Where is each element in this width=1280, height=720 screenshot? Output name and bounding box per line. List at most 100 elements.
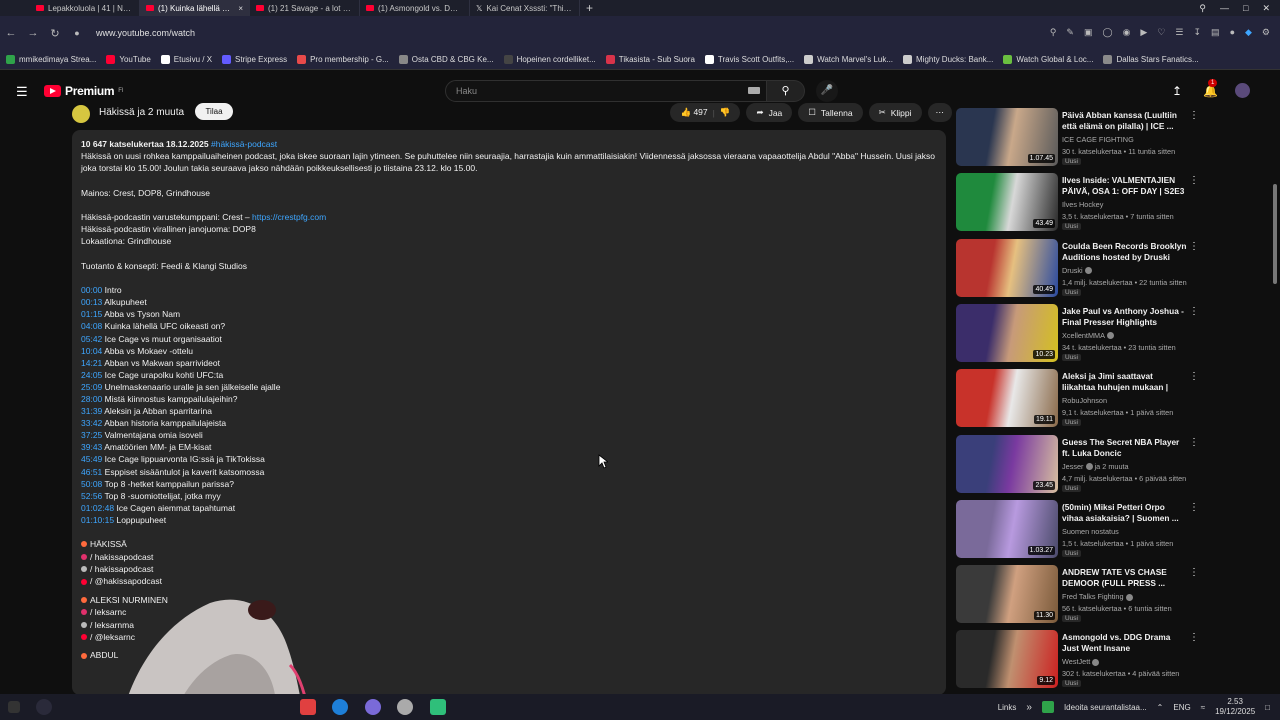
taskbar-app-icon[interactable] [300,699,316,715]
video-thumbnail[interactable]: 1.07.45 [956,108,1058,166]
more-options-icon[interactable]: ⋮ [1189,175,1199,186]
chapter-timestamp-link[interactable]: 01:02:48 [81,503,114,513]
share-button[interactable]: ➦ Jaa [746,103,793,122]
minimize-icon[interactable]: — [1220,3,1229,13]
social-link[interactable]: / hakissapodcast [90,551,153,563]
related-video-title[interactable]: ANDREW TATE VS CHASE DEMOOR (FULL PRESS … [1062,567,1187,589]
keyboard-icon[interactable] [748,87,760,94]
more-options-icon[interactable]: ⋮ [1189,306,1199,317]
url-field[interactable]: www.youtube.com/watch [96,28,195,38]
video-thumbnail[interactable]: 43.49 [956,173,1058,232]
video-thumbnail[interactable]: 40.49 [956,238,1058,297]
create-icon[interactable]: ↥ [1172,84,1182,98]
taskbar-search-icon[interactable] [36,699,52,715]
browser-tab[interactable]: (1) 21 Savage - a lot (Offic... [250,0,360,16]
chevron-up-icon[interactable]: ⌃ [1157,703,1164,712]
bookmark-item[interactable]: Stripe Express [222,55,287,64]
windows-start-icon[interactable] [8,701,20,713]
chapter-timestamp-link[interactable]: 28:00 [81,394,102,404]
subscribe-button[interactable]: Tilaa [195,103,233,120]
chapter-timestamp-link[interactable]: 37:25 [81,430,102,440]
notifications-bell-icon[interactable]: 🔔 1 [1203,79,1218,98]
related-video-title[interactable]: Asmongold vs. DDG Drama Just Went Insane [1062,632,1187,654]
edge-browser-icon[interactable] [332,699,348,715]
menu-icon[interactable]: ☰ [16,84,28,100]
bookmark-item[interactable]: Etusivu / X [160,55,212,64]
download-icon[interactable]: ↧ [1194,27,1202,38]
related-video-item[interactable]: 9.12 Asmongold vs. DDG Drama Just Went In… [955,630,1255,690]
related-video-title[interactable]: Aleksi ja Jimi saattavat liikahtaa huhuj… [1062,371,1187,393]
chapter-timestamp-link[interactable]: 01:15 [81,309,102,319]
reading-list-icon[interactable]: ☰ [1175,27,1183,38]
chapter-timestamp-link[interactable]: 24:05 [81,370,102,380]
close-window-icon[interactable]: ✕ [1262,3,1270,14]
dislike-button[interactable]: 👎 [720,107,731,118]
play-icon[interactable]: ▶ [1140,27,1147,38]
more-options-icon[interactable]: ⋮ [1189,567,1199,578]
stock-widget-icon[interactable] [1041,701,1054,713]
video-thumbnail[interactable]: 10.23 [956,303,1058,362]
search-tabs-icon[interactable]: ⚲ [1199,3,1206,14]
video-thumbnail[interactable]: 19.11 [956,369,1058,428]
language-indicator[interactable]: ENG [1173,703,1190,712]
related-video-item[interactable]: 23.45 Guess The Secret NBA Player ft. Luk… [955,434,1255,495]
bookmark-item[interactable]: Dallas Stars Fanatics... [1103,55,1199,64]
bookmark-item[interactable]: Pro membership - G... [297,55,389,64]
chapter-timestamp-link[interactable]: 04:08 [81,321,102,331]
more-options-icon[interactable]: ⋮ [1189,437,1199,448]
related-video-channel[interactable]: Suomen nostatus [1062,527,1119,536]
browser-tab[interactable]: (1) Asmongold vs. DDG Dr... [360,0,470,16]
chapter-timestamp-link[interactable]: 01:10:15 [81,515,114,525]
vpn-icon[interactable]: ◆ [1245,27,1252,38]
maximize-icon[interactable]: □ [1243,3,1248,13]
network-icon[interactable]: ≈ [1201,703,1205,712]
related-video-title[interactable]: Päivä Abban kanssa (Luultiin että elämä … [1062,110,1187,132]
bookmark-item[interactable]: Osta CBD & CBG Ke... [398,55,494,64]
chapter-timestamp-link[interactable]: 39:43 [81,442,102,452]
browser-tab[interactable]: Lepakkoluola | 41 | Nyrki... [30,0,140,16]
youtube-premium-logo[interactable]: Premium FI [44,84,124,98]
widget-text[interactable]: Ideoita seurantalistaa... [1064,703,1147,712]
video-thumbnail[interactable]: 23.45 [956,434,1058,493]
related-video-title[interactable]: Guess The Secret NBA Player ft. Luka Don… [1062,437,1187,459]
related-video-title[interactable]: Coulda Been Records Brooklyn Auditions h… [1062,241,1187,263]
close-tab-icon[interactable]: × [238,4,243,13]
channel-name[interactable]: Häkissä ja 2 muuta [99,107,184,118]
more-options-icon[interactable]: ⋮ [1189,502,1199,513]
taskbar-app-2-icon[interactable] [397,699,413,715]
browser-tab[interactable]: 𝕏Kai Cenat Xsssti: "This tool... [470,0,580,16]
partner-link[interactable]: https://crestpfg.com [252,212,326,222]
video-thumbnail[interactable]: 1.03.27 [956,499,1058,558]
more-options-icon[interactable]: ⋮ [1189,110,1199,121]
social-link[interactable]: / hakissapodcast [90,563,153,575]
profile-icon[interactable]: ● [1230,27,1235,38]
forward-icon[interactable]: → [22,27,44,39]
chapter-timestamp-link[interactable]: 10:04 [81,346,102,356]
hashtag-link[interactable]: #häkissä-podcast [211,139,277,149]
related-video-channel[interactable]: ICE CAGE FIGHTING [1062,135,1134,144]
bookmark-item[interactable]: Watch Global & Loc... [1003,55,1093,64]
related-video-channel[interactable]: Druski [1062,266,1092,275]
settings-icon[interactable]: ⚙ [1262,27,1270,38]
bookmark-item[interactable]: Hopeinen cordelliket... [503,55,596,64]
chapter-timestamp-link[interactable]: 14:21 [81,358,102,368]
clip-button[interactable]: ✂ Klippi [868,103,922,122]
chapter-timestamp-link[interactable]: 33:42 [81,418,102,428]
chapter-timestamp-link[interactable]: 25:09 [81,382,102,392]
related-video-title[interactable]: (50min) Miksi Petteri Orpo vihaa asiakai… [1062,502,1187,524]
bookmark-item[interactable]: Tikasista - Sub Suora [605,55,695,64]
chapter-timestamp-link[interactable]: 46:51 [81,467,102,477]
save-button[interactable]: ☐ Tallenna [798,103,863,122]
back-icon[interactable]: ← [0,27,22,39]
reload-icon[interactable]: ↻ [44,27,66,40]
related-video-channel[interactable]: RobuJohnson [1062,396,1107,405]
related-video-channel[interactable]: Jesser ja 2 muuta [1062,462,1129,471]
chapter-timestamp-link[interactable]: 50:08 [81,479,102,489]
clock[interactable]: 2.53 19/12/2025 [1215,697,1255,717]
discord-icon[interactable] [365,699,381,715]
chapter-timestamp-link[interactable]: 45:49 [81,454,102,464]
related-video-item[interactable]: 10.23 Jake Paul vs Anthony Joshua - Final… [955,303,1255,364]
shield-icon[interactable]: ◯ [1102,27,1112,38]
related-video-channel[interactable]: Fred Talks Fighting [1062,592,1133,601]
chapter-timestamp-link[interactable]: 00:13 [81,297,102,307]
